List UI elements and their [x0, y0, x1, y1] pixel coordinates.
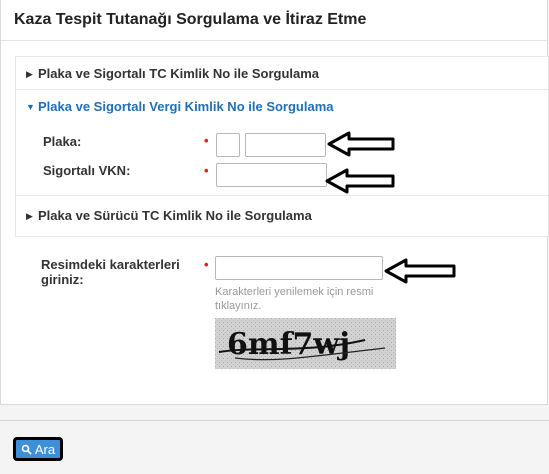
triangle-right-icon: ▶	[26, 69, 33, 79]
accordion-header-vkn[interactable]: ▼ Plaka ve Sigortalı Vergi Kimlik No ile …	[26, 99, 334, 114]
plate-required-mark: •	[204, 133, 209, 148]
accordion-section-tc[interactable]: ▶ Plaka ve Sigortalı TC Kimlik No ile Sor…	[15, 56, 549, 91]
captcha-input[interactable]	[215, 256, 383, 280]
magnifier-icon	[21, 444, 32, 455]
title-divider	[1, 40, 547, 41]
captcha-glyphs: 6mf7wj	[227, 327, 350, 362]
accordion-label-tc: Plaka ve Sigortalı TC Kimlik No ile Sorg…	[38, 66, 320, 81]
footer-divider	[0, 420, 549, 421]
search-button[interactable]: Ara	[13, 437, 63, 461]
plate-city-input[interactable]	[216, 133, 240, 157]
captcha-label: Resimdeki karakterleri giriniz:	[41, 257, 180, 287]
vkn-required-mark: •	[204, 163, 209, 178]
captcha-image[interactable]: 6mf7wj	[215, 318, 396, 369]
captcha-required-mark: •	[204, 257, 209, 272]
accordion-label-driver: Plaka ve Sürücü TC Kimlik No ile Sorgula…	[38, 208, 312, 223]
arrow-left-icon	[325, 168, 395, 194]
captcha-hint: Karakterleri yenilemek için resmi tıklay…	[215, 286, 374, 312]
captcha-drawing: 6mf7wj	[215, 318, 396, 369]
plate-label: Plaka:	[43, 134, 82, 149]
accordion-header-tc[interactable]: ▶ Plaka ve Sigortalı TC Kimlik No ile Sor…	[26, 66, 319, 81]
vkn-label: Sigortalı VKN:	[43, 163, 131, 178]
plate-number-input[interactable]	[245, 133, 326, 157]
vkn-input[interactable]	[216, 163, 327, 187]
accordion-section-driver[interactable]: ▶ Plaka ve Sürücü TC Kimlik No ile Sorgul…	[15, 195, 549, 237]
page-title: Kaza Tespit Tutanağı Sorgulama ve İtiraz…	[14, 11, 367, 28]
accordion-header-driver[interactable]: ▶ Plaka ve Sürücü TC Kimlik No ile Sorgul…	[26, 208, 312, 223]
accordion-label-vkn: Plaka ve Sigortalı Vergi Kimlik No ile S…	[38, 99, 334, 114]
arrow-left-icon	[327, 131, 395, 157]
triangle-right-icon: ▶	[26, 211, 33, 221]
triangle-down-icon: ▼	[26, 102, 35, 112]
query-panel: Kaza Tespit Tutanağı Sorgulama ve İtiraz…	[0, 0, 549, 405]
search-button-label: Ara	[34, 441, 56, 457]
arrow-left-icon	[384, 258, 456, 284]
